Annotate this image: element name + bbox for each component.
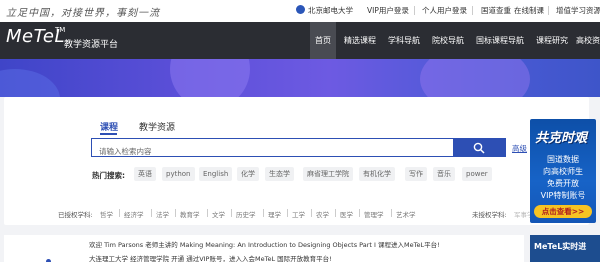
divider	[548, 6, 549, 15]
advanced-search-link[interactable]: 高级	[512, 143, 527, 154]
online-course-link[interactable]: 在线制课	[514, 5, 544, 16]
search-button[interactable]	[453, 138, 506, 157]
hero-banner	[0, 59, 600, 97]
promo-line: 免费开放	[547, 179, 579, 188]
divider	[263, 209, 264, 217]
personal-login-link[interactable]: 个人用户登录	[422, 5, 467, 16]
main-navbar: MeTeL TM 教学资源平台 首页 精选课程 学科导航 院校导航 国标课程导航…	[0, 22, 600, 59]
hot-tag[interactable]: 生态学	[265, 167, 294, 181]
nav-course-research[interactable]: 课程研究	[532, 22, 572, 59]
hot-tag[interactable]: 英语	[134, 167, 156, 181]
platform-subtitle: 教学资源平台	[64, 40, 119, 50]
nav-school-guide[interactable]: 院校导航	[428, 22, 468, 59]
subject-link[interactable]: 管理学	[364, 209, 384, 219]
divider	[335, 209, 336, 217]
nav-universities[interactable]: 高校资	[576, 22, 600, 59]
news-item[interactable]: 欢迎 Tim Parsons 老师主讲的 Making Meaning: An …	[89, 239, 440, 249]
hot-tag[interactable]: 麻省理工学院	[303, 167, 353, 181]
slogan: 立足中国，对接世界，事刻一流	[6, 8, 160, 19]
decor-orb	[420, 59, 530, 97]
active-tab-indicator	[100, 133, 117, 135]
plagiarism-check-link[interactable]: 国道查重	[481, 5, 511, 16]
search-panel: 课程 教学资源 高级 热门搜索: 英语 python English 化学 生态…	[4, 97, 589, 225]
subject-link[interactable]: 理学	[268, 209, 281, 219]
hot-tag[interactable]: 有机化学	[359, 167, 395, 181]
realtime-feed-header[interactable]: MeTeL实时进	[530, 235, 600, 262]
divider	[175, 209, 176, 217]
subject-link[interactable]: 艺术学	[396, 209, 416, 219]
hot-tag[interactable]: 写作	[405, 167, 427, 181]
university-icon	[296, 5, 305, 14]
search-input[interactable]	[92, 143, 453, 160]
nav-standard-course-guide[interactable]: 国标课程导航	[472, 22, 528, 59]
premium-resources-link[interactable]: 增值学习资源	[556, 5, 600, 16]
subject-link[interactable]: 经济学	[124, 209, 144, 219]
divider	[287, 209, 288, 217]
subject-link[interactable]: 文学	[212, 209, 225, 219]
university-name-link[interactable]: 北京邮电大学	[308, 5, 353, 16]
vip-login-link[interactable]: VIP用户登录	[367, 5, 409, 16]
subject-link[interactable]: 教育学	[180, 209, 200, 219]
hot-tag[interactable]: 音乐	[433, 167, 455, 181]
divider	[119, 209, 120, 217]
subject-link[interactable]: 农学	[316, 209, 329, 219]
promo-ad[interactable]: 共克时艰 国道数据 向高校师生 免费开放 VIP特制账号 点击查看>>	[530, 119, 596, 223]
top-utility-bar: 立足中国，对接世界，事刻一流 北京邮电大学 VIP用户登录 个人用户登录 国道查…	[0, 0, 600, 22]
news-item[interactable]: 大连理工大学 经济管理学院 开通 通过VIP账号，进入入会MeTeL 国际开放教…	[89, 253, 332, 262]
tab-teaching-resources[interactable]: 教学资源	[139, 120, 175, 133]
promo-line: 国道数据	[547, 155, 579, 164]
promo-line: VIP特制账号	[540, 191, 586, 200]
hot-tag[interactable]: python	[162, 167, 195, 181]
search-icon	[473, 142, 485, 154]
subject-link[interactable]: 法学	[156, 209, 169, 219]
nav-subject-guide[interactable]: 学科导航	[384, 22, 424, 59]
realtime-feed-title: MeTeL实时进	[534, 242, 587, 251]
promo-title: 共克时艰	[535, 131, 588, 146]
subject-link[interactable]: 医学	[340, 209, 353, 219]
divider	[391, 209, 392, 217]
promo-line: 向高校师生	[543, 167, 583, 176]
decor-orb	[0, 69, 60, 97]
hot-search-label: 热门搜索:	[92, 171, 125, 180]
nav-home[interactable]: 首页	[310, 22, 336, 59]
search-box	[91, 138, 454, 160]
subject-link[interactable]: 哲学	[100, 209, 113, 219]
divider	[472, 6, 473, 15]
trademark-mark: TM	[55, 26, 66, 34]
nav-featured-courses[interactable]: 精选课程	[340, 22, 380, 59]
hot-tag[interactable]: 化学	[237, 167, 259, 181]
tab-courses[interactable]: 课程	[100, 120, 118, 133]
divider	[207, 209, 208, 217]
divider	[151, 209, 152, 217]
decor-orb	[170, 59, 250, 97]
authorized-subjects-label: 已授权学科:	[58, 211, 93, 219]
hot-tag[interactable]: power	[462, 167, 492, 181]
unauthorized-subjects-label: 未授权学科:	[472, 211, 507, 219]
divider	[311, 209, 312, 217]
subject-link[interactable]: 历史学	[236, 209, 256, 219]
hot-tag[interactable]: English	[199, 167, 233, 181]
divider	[414, 6, 415, 15]
divider	[359, 209, 360, 217]
promo-view-button[interactable]: 点击查看>>	[534, 205, 592, 218]
subject-link[interactable]: 工学	[292, 209, 305, 219]
news-card: 欢迎 Tim Parsons 老师主讲的 Making Meaning: An …	[4, 235, 524, 262]
divider	[231, 209, 232, 217]
